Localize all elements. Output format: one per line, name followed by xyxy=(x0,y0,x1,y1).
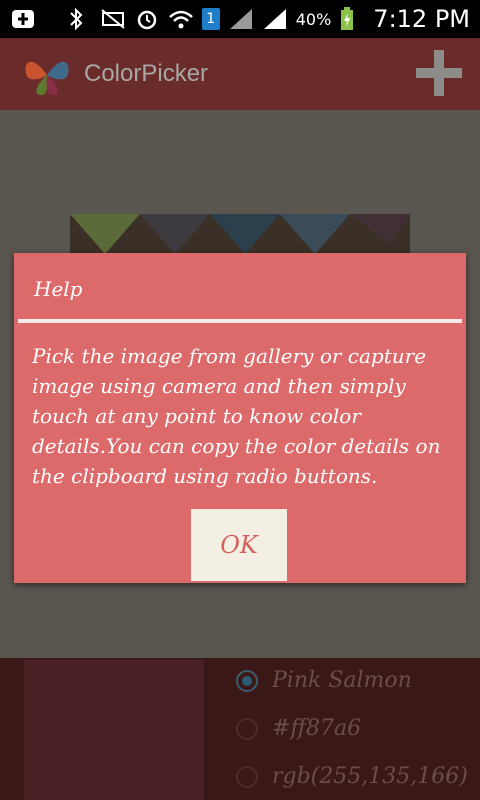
plus-icon[interactable] xyxy=(416,50,462,96)
dialog-divider xyxy=(18,319,462,323)
bluetooth-icon xyxy=(66,7,92,31)
mute-icon xyxy=(100,7,126,31)
color-rgb-label: rgb(255,135,166) xyxy=(272,764,468,789)
app-logo xyxy=(18,50,76,100)
help-dialog: Help Pick the image from gallery or capt… xyxy=(14,253,466,583)
battery-percentage: 40% xyxy=(295,9,332,29)
app-title: ColorPicker xyxy=(84,60,209,87)
status-bar: 1 40% 7:12 PM xyxy=(0,0,480,38)
color-hex-label: #ff87a6 xyxy=(272,716,362,741)
clock: 7:12 PM xyxy=(373,5,470,33)
radio-button-color-rgb[interactable] xyxy=(236,765,258,788)
battery-icon xyxy=(339,7,365,31)
color-name-option[interactable]: Pink Salmon xyxy=(236,668,412,693)
usb-icon xyxy=(10,7,36,31)
radio-button-color-hex[interactable] xyxy=(236,717,258,740)
signal-icon xyxy=(262,7,288,31)
color-details-panel: Pink Salmon #ff87a6 rgb(255,135,166) xyxy=(0,658,480,800)
signal-icon xyxy=(228,7,254,31)
color-swatch xyxy=(24,660,204,800)
color-name-label: Pink Salmon xyxy=(272,668,412,693)
sim-icon: 1 xyxy=(201,8,220,30)
color-rgb-option[interactable]: rgb(255,135,166) xyxy=(236,764,468,789)
radio-button-color-name[interactable] xyxy=(236,669,258,692)
ok-button[interactable]: OK xyxy=(191,509,287,581)
color-hex-option[interactable]: #ff87a6 xyxy=(236,716,361,741)
wifi-icon xyxy=(168,7,194,31)
dialog-message: Pick the image from gallery or capture i… xyxy=(32,344,441,488)
alarm-icon xyxy=(134,7,160,31)
app-bar: ColorPicker xyxy=(0,38,480,110)
dialog-title: Help xyxy=(34,277,83,301)
